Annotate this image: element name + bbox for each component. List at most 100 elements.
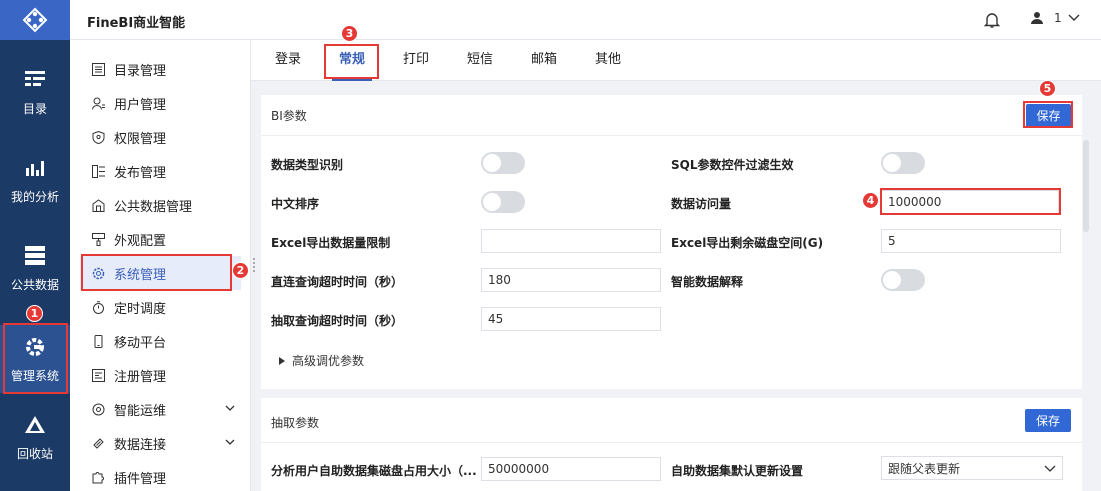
excel-limit-input[interactable] [481, 229, 661, 253]
cn-sort-toggle[interactable] [481, 191, 525, 213]
excel-disk-input[interactable]: 5 [881, 229, 1061, 253]
step-badge-4: 4 [862, 192, 879, 209]
tab-general[interactable]: 常规 [320, 40, 384, 81]
rail-label: 目录 [22, 102, 47, 116]
puzzle-icon [92, 471, 105, 484]
mobile-icon [92, 334, 105, 348]
menu-item-catalog-manage[interactable]: 目录管理 [80, 52, 241, 86]
extract-timeout-input[interactable]: 45 [481, 307, 661, 331]
menu-label: 权限管理 [114, 131, 167, 147]
scrollbar[interactable] [1083, 140, 1089, 232]
rail-item-recycle[interactable]: 回收站 [0, 413, 70, 462]
default-update-label: 自助数据集默认更新设置 [671, 464, 804, 478]
menu-label: 移动平台 [114, 335, 167, 351]
excel-disk-label: Excel导出剩余磁盘空间(G) [671, 236, 824, 250]
data-access-label: 数据访问量 [671, 197, 732, 211]
menu-label: 智能运维 [114, 403, 167, 419]
ops-icon [92, 403, 105, 416]
menu-item-plugin[interactable]: 插件管理 [80, 460, 241, 491]
bell-icon[interactable] [984, 11, 1000, 29]
rail-label: 公共数据 [10, 278, 59, 292]
advanced-params-toggle[interactable]: 高级调优参数 [279, 352, 364, 369]
rail-item-analysis[interactable]: 我的分析 [0, 156, 70, 205]
menu-label: 公共数据管理 [114, 199, 193, 215]
tab-login[interactable]: 登录 [256, 40, 320, 81]
menu-item-registration[interactable]: 注册管理 [80, 358, 241, 392]
tab-other[interactable]: 其他 [576, 40, 640, 81]
settings-tabs: 登录 常规 打印 短信 邮箱 其他 [251, 40, 1101, 81]
menu-label: 用户管理 [114, 97, 167, 113]
step-badge-1: 1 [26, 305, 43, 322]
list-icon [92, 62, 105, 76]
smart-explain-toggle[interactable] [881, 269, 925, 291]
extract-save-button[interactable]: 保存 [1025, 409, 1071, 432]
direct-timeout-label: 直连查询超时时间（秒） [271, 275, 404, 289]
menu-item-system-manage[interactable]: 系统管理 [80, 256, 241, 290]
user-name: 1 [1054, 11, 1062, 25]
bi-save-button[interactable]: 保存 [1026, 104, 1071, 127]
sql-filter-toggle[interactable] [881, 152, 925, 174]
chevron-down-icon [225, 439, 235, 445]
building-icon [92, 198, 105, 212]
menu-item-mobile[interactable]: 移动平台 [80, 324, 241, 358]
tab-sms[interactable]: 短信 [448, 40, 512, 81]
shield-icon [92, 130, 105, 144]
registration-icon [92, 368, 105, 382]
rail-label: 我的分析 [10, 190, 59, 204]
panel-title: 抽取参数 [271, 416, 320, 430]
sql-filter-label: SQL参数控件过滤生效 [671, 158, 794, 172]
menu-item-user-manage[interactable]: 用户管理 [80, 86, 241, 120]
tab-print[interactable]: 打印 [384, 40, 448, 81]
brush-icon [92, 232, 105, 246]
menu-label: 目录管理 [114, 63, 167, 79]
timer-icon [92, 300, 105, 314]
chevron-down-icon [1044, 465, 1056, 472]
disk-usage-input[interactable]: 50000000 [481, 457, 661, 481]
step-badge-2: 2 [232, 262, 249, 279]
menu-item-appearance[interactable]: 外观配置 [80, 222, 241, 256]
extract-timeout-label: 抽取查询超时时间（秒） [271, 314, 404, 328]
menu-item-permission-manage[interactable]: 权限管理 [80, 120, 241, 154]
menu-item-public-data-manage[interactable]: 公共数据管理 [80, 188, 241, 222]
smart-explain-label: 智能数据解释 [671, 275, 744, 289]
data-access-input[interactable]: 1000000 [881, 190, 1059, 214]
rail-item-admin[interactable]: 管理系统 [0, 325, 70, 393]
app-logo[interactable] [0, 0, 70, 40]
catalog-icon [23, 68, 47, 92]
select-value: 跟随父表更新 [888, 461, 961, 476]
menu-item-ops[interactable]: 智能运维 [80, 392, 241, 426]
rail-label: 回收站 [16, 447, 53, 461]
gear-icon [92, 267, 105, 280]
divider [261, 442, 1082, 443]
caret-right-icon [279, 356, 285, 365]
rail-item-public-data[interactable]: 公共数据 [0, 244, 70, 293]
user-menu[interactable]: 1 [1030, 11, 1080, 25]
menu-item-publish-manage[interactable]: 发布管理 [80, 154, 241, 188]
menu-label: 发布管理 [114, 165, 167, 181]
logo-icon [22, 7, 48, 33]
chevron-down-icon [225, 405, 235, 411]
menu-label: 插件管理 [114, 471, 167, 487]
panel-title: BI参数 [271, 109, 307, 123]
menu-label: 数据连接 [114, 437, 167, 453]
step-badge-3: 3 [341, 25, 358, 42]
type-detect-label: 数据类型识别 [271, 158, 344, 172]
publish-icon [92, 164, 105, 178]
analysis-chart-icon [23, 156, 47, 180]
user-icon [1031, 12, 1043, 24]
menu-label: 外观配置 [114, 233, 167, 249]
menu-item-schedule[interactable]: 定时调度 [80, 290, 241, 324]
type-detect-toggle[interactable] [481, 152, 525, 174]
rail-item-catalog[interactable]: 目录 [0, 68, 70, 117]
rail-label: 管理系统 [10, 369, 59, 383]
direct-timeout-input[interactable]: 180 [481, 268, 661, 292]
advanced-params-label: 高级调优参数 [292, 354, 365, 368]
excel-limit-label: Excel导出数据量限制 [271, 236, 391, 250]
cn-sort-label: 中文排序 [271, 197, 320, 211]
menu-item-data-connection[interactable]: 数据连接 [80, 426, 241, 460]
resize-handle[interactable] [253, 258, 255, 272]
default-update-select[interactable]: 跟随父表更新 [881, 456, 1063, 480]
extract-params-panel: 抽取参数 保存 分析用户自助数据集磁盘占用大小（... 50000000 自助数… [261, 398, 1082, 491]
menu-label: 系统管理 [114, 267, 167, 283]
tab-email[interactable]: 邮箱 [512, 40, 576, 81]
